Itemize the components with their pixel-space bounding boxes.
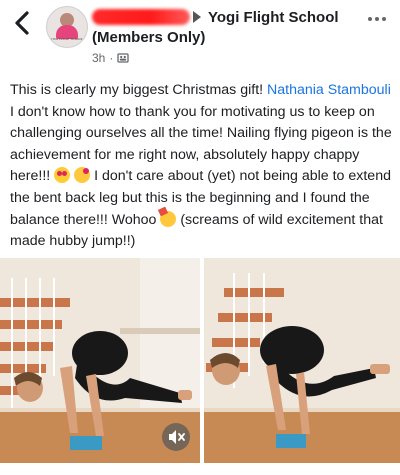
avatar-caption: YOGI FLIGHT SCHOOL bbox=[50, 37, 84, 41]
members-icon bbox=[117, 53, 130, 63]
group-name[interactable]: Yogi Flight School bbox=[208, 9, 339, 26]
more-horizontal-icon[interactable] bbox=[368, 14, 390, 24]
redacted-author-name bbox=[92, 9, 190, 25]
star-struck-emoji bbox=[54, 167, 71, 184]
post-meta: 3h · bbox=[92, 51, 130, 65]
speaker-muted-icon[interactable] bbox=[162, 423, 190, 451]
chevron-left-icon[interactable] bbox=[10, 8, 36, 38]
mention-link[interactable]: Nathania Stambouli bbox=[267, 82, 391, 98]
timestamp[interactable]: 3h bbox=[92, 51, 105, 65]
post-header: YOGI FLIGHT SCHOOL Yogi Flight School (M… bbox=[0, 0, 400, 72]
partying-face-emoji bbox=[160, 210, 177, 227]
avatar[interactable]: YOGI FLIGHT SCHOOL bbox=[46, 6, 88, 48]
caret-right-icon bbox=[193, 11, 201, 23]
post-text-part-1: This is clearly my biggest Christmas gif… bbox=[10, 82, 268, 98]
separator: · bbox=[109, 51, 114, 65]
smiling-face-with-hearts-emoji bbox=[74, 167, 91, 184]
group-subtitle[interactable]: (Members Only) bbox=[92, 29, 205, 46]
yoga-photo-right[interactable] bbox=[204, 258, 400, 463]
post-text: This is clearly my biggest Christmas gif… bbox=[10, 80, 394, 253]
yoga-photo-right-image bbox=[204, 258, 400, 463]
